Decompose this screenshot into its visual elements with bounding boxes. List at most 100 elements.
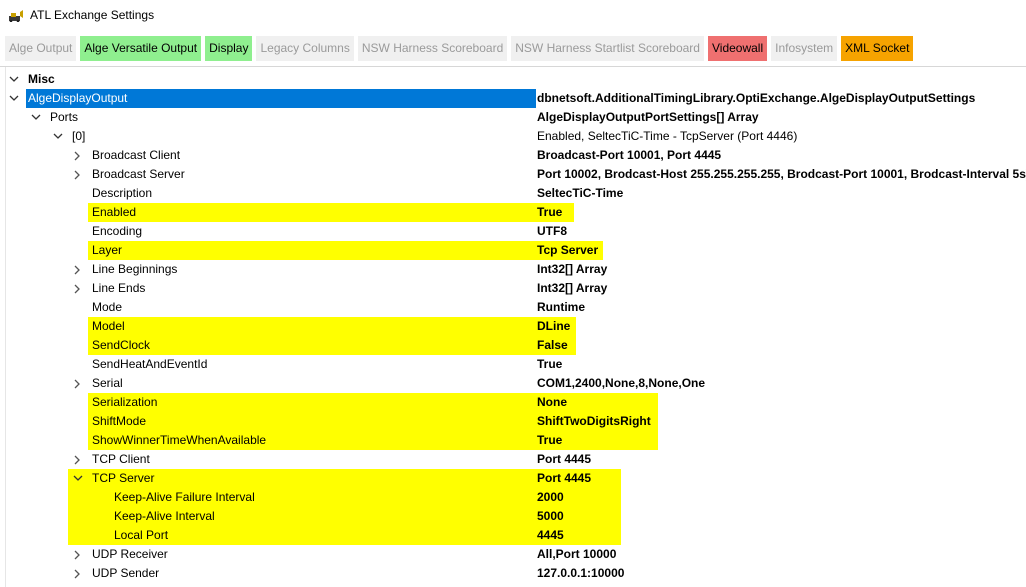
property-name: TCP Client xyxy=(92,452,150,466)
property-value[interactable]: 127.0.0.1:10000 xyxy=(537,564,624,583)
property-name: Ports xyxy=(50,110,79,124)
property-row-port-0[interactable]: [0] Enabled, SeltecTiC-Time - TcpServer … xyxy=(6,127,1026,146)
property-name: Local Port xyxy=(68,526,558,545)
property-value[interactable]: True xyxy=(537,431,658,450)
property-name: Encoding xyxy=(92,224,143,238)
tab-alge-output[interactable]: Alge Output xyxy=(5,36,77,61)
chevron-down-icon[interactable] xyxy=(52,127,64,146)
property-value[interactable]: True xyxy=(537,355,562,374)
tab-xml-socket[interactable]: XML Socket xyxy=(841,36,914,61)
property-row-highlighted[interactable]: Model DLine xyxy=(6,317,1026,336)
property-row-highlighted[interactable]: Local Port 4445 xyxy=(6,526,1026,545)
property-name: ShiftMode xyxy=(88,412,538,431)
property-value[interactable]: False xyxy=(537,336,576,355)
chevron-down-icon[interactable] xyxy=(72,469,84,488)
property-row[interactable]: UDP Receiver All,Port 10000 xyxy=(6,545,1026,564)
property-value[interactable]: True xyxy=(537,203,574,222)
property-row-ports[interactable]: Ports AlgeDisplayOutputPortSettings[] Ar… xyxy=(6,108,1026,127)
property-name: Description xyxy=(92,186,153,200)
property-name: SendClock xyxy=(88,336,538,355)
tab-display[interactable]: Display xyxy=(205,36,253,61)
tab-videowall[interactable]: Videowall xyxy=(707,36,768,61)
property-row[interactable]: SendHeatAndEventId True xyxy=(6,355,1026,374)
property-row-highlighted[interactable]: TCP Server Port 4445 xyxy=(6,469,1026,488)
property-row[interactable]: Description SeltecTiC-Time xyxy=(6,184,1026,203)
category-row-misc[interactable]: Misc xyxy=(6,70,1026,89)
chevron-right-icon[interactable] xyxy=(72,564,84,583)
property-value[interactable]: None xyxy=(537,393,658,412)
property-row-highlighted[interactable]: Layer Tcp Server xyxy=(6,241,1026,260)
property-row-highlighted[interactable]: Keep-Alive Failure Interval 2000 xyxy=(6,488,1026,507)
tab-legacy-columns[interactable]: Legacy Columns xyxy=(256,36,354,61)
property-name: AlgeDisplayOutput xyxy=(26,89,536,108)
property-value[interactable]: Port 10002, Brodcast-Host 255.255.255.25… xyxy=(537,165,1026,184)
window-title: ATL Exchange Settings xyxy=(30,8,155,22)
property-row[interactable]: Line Beginnings Int32[] Array xyxy=(6,260,1026,279)
property-row-highlighted[interactable]: Enabled True xyxy=(6,203,1026,222)
property-name: Enabled xyxy=(88,203,538,222)
tab-nsw-harness-scoreboard[interactable]: NSW Harness Scoreboard xyxy=(357,36,508,61)
property-name: Serialization xyxy=(88,393,538,412)
property-value[interactable]: Int32[] Array xyxy=(537,260,607,279)
property-value[interactable]: Int32[] Array xyxy=(537,279,607,298)
property-row[interactable]: Serial COM1,2400,None,8,None,One xyxy=(6,374,1026,393)
property-name: [0] xyxy=(72,129,86,143)
property-row[interactable]: Broadcast Client Broadcast-Port 10001, P… xyxy=(6,146,1026,165)
property-name: Broadcast Server xyxy=(92,167,185,181)
property-row[interactable]: TCP Client Port 4445 xyxy=(6,450,1026,469)
property-row-highlighted[interactable]: ShowWinnerTimeWhenAvailable True xyxy=(6,431,1026,450)
tab-bar: Alge Output Alge Versatile Output Displa… xyxy=(5,36,914,61)
property-value[interactable]: Runtime xyxy=(537,298,585,317)
property-value[interactable]: Enabled, SeltecTiC-Time - TcpServer (Por… xyxy=(537,127,797,146)
category-label: Misc xyxy=(28,72,55,86)
chevron-down-icon[interactable] xyxy=(8,89,20,108)
property-row-highlighted[interactable]: ShiftMode ShiftTwoDigitsRight xyxy=(6,412,1026,431)
property-value[interactable]: Broadcast-Port 10001, Port 4445 xyxy=(537,146,721,165)
chevron-right-icon[interactable] xyxy=(72,450,84,469)
property-value[interactable]: dbnetsoft.AdditionalTimingLibrary.OptiEx… xyxy=(537,89,975,108)
property-row-highlighted[interactable]: SendClock False xyxy=(6,336,1026,355)
title-bar: ATL Exchange Settings xyxy=(0,0,1026,32)
chevron-right-icon[interactable] xyxy=(72,374,84,393)
property-value[interactable]: 5000 xyxy=(537,507,621,526)
property-value[interactable]: Port 4445 xyxy=(537,450,591,469)
property-value[interactable]: 4445 xyxy=(537,526,621,545)
property-row[interactable]: Broadcast Server Port 10002, Brodcast-Ho… xyxy=(6,165,1026,184)
app-icon xyxy=(8,9,24,23)
property-name: Mode xyxy=(92,300,123,314)
property-value[interactable]: DLine xyxy=(537,317,576,336)
chevron-right-icon[interactable] xyxy=(72,260,84,279)
chevron-right-icon[interactable] xyxy=(72,545,84,564)
property-name: Keep-Alive Interval xyxy=(68,507,558,526)
property-row-algedisplayoutput[interactable]: AlgeDisplayOutput dbnetsoft.AdditionalTi… xyxy=(6,89,1026,108)
tab-infosystem[interactable]: Infosystem xyxy=(771,36,838,61)
property-value[interactable]: All,Port 10000 xyxy=(537,545,616,564)
property-value[interactable]: Port 4445 xyxy=(537,469,621,488)
property-value[interactable]: SeltecTiC-Time xyxy=(537,184,623,203)
property-row-highlighted[interactable]: Keep-Alive Interval 5000 xyxy=(6,507,1026,526)
property-value[interactable]: ShiftTwoDigitsRight xyxy=(537,412,658,431)
property-value[interactable]: Tcp Server xyxy=(537,241,603,260)
property-value[interactable]: UTF8 xyxy=(537,222,567,241)
property-name: UDP Receiver xyxy=(92,547,168,561)
property-name: Layer xyxy=(88,241,538,260)
property-name: Broadcast Client xyxy=(92,148,181,162)
chevron-right-icon[interactable] xyxy=(72,165,84,184)
property-row-highlighted[interactable]: Serialization None xyxy=(6,393,1026,412)
property-row[interactable]: Line Ends Int32[] Array xyxy=(6,279,1026,298)
chevron-right-icon[interactable] xyxy=(72,279,84,298)
property-value[interactable]: COM1,2400,None,8,None,One xyxy=(537,374,705,393)
chevron-down-icon[interactable] xyxy=(30,108,42,127)
property-value[interactable]: 2000 xyxy=(537,488,621,507)
tab-nsw-harness-startlist-scoreboard[interactable]: NSW Harness Startlist Scoreboard xyxy=(511,36,704,61)
property-row[interactable]: UDP Sender 127.0.0.1:10000 xyxy=(6,564,1026,583)
tab-alge-versatile-output[interactable]: Alge Versatile Output xyxy=(80,36,202,61)
chevron-down-icon[interactable] xyxy=(8,70,20,89)
property-name: Serial xyxy=(92,376,123,390)
property-value[interactable]: AlgeDisplayOutputPortSettings[] Array xyxy=(537,108,759,127)
property-name: TCP Server xyxy=(68,469,558,488)
property-name: Model xyxy=(88,317,538,336)
property-row[interactable]: Mode Runtime xyxy=(6,298,1026,317)
property-row[interactable]: Encoding UTF8 xyxy=(6,222,1026,241)
chevron-right-icon[interactable] xyxy=(72,146,84,165)
